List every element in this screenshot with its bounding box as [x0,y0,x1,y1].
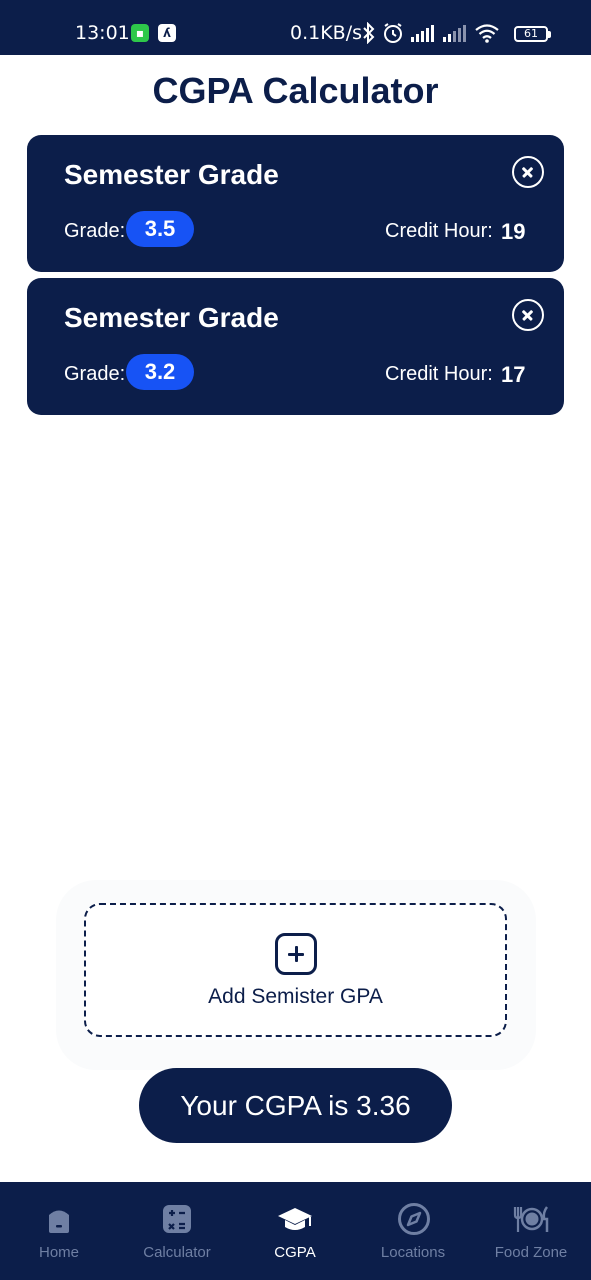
nav-item-food-zone[interactable]: Food Zone [472,1182,590,1280]
nav-label-food-zone: Food Zone [494,1244,568,1261]
signal-icon [411,25,434,42]
home-icon [49,1210,69,1233]
bottom-navigation: Home Calculator CGPA Locations Food Zone [0,1182,591,1280]
signal-icon-2 [443,25,466,42]
add-square-icon [275,933,317,975]
status-bar: 13:01 ▪ ʎ 0.1KB/s 61 [0,0,591,55]
calculator-icon [163,1205,191,1233]
nav-item-home[interactable]: Home [0,1182,118,1280]
add-semester-gpa-button[interactable]: Add Semister GPA [84,903,507,1037]
semester-card: Semester Grade Grade: 3.5 Credit Hour: 1… [27,135,564,272]
nav-item-calculator[interactable]: Calculator [118,1182,236,1280]
grade-label: Grade: [64,363,126,385]
cgpa-result-button[interactable]: Your CGPA is 3.36 [139,1068,452,1143]
grade-badge: 3.2 [126,354,194,390]
app-notification-icon: ▪ [131,24,149,42]
nav-label-cgpa: CGPA [274,1244,316,1261]
semester-card-title: Semester Grade [64,159,279,190]
nav-item-cgpa[interactable]: CGPA [236,1182,354,1280]
add-semester-gpa-label: Add Semister GPA [208,985,383,1008]
status-icons [362,20,500,46]
semester-card-title: Semester Grade [64,302,279,333]
bluetooth-icon [363,22,375,44]
credit-hour-value: 19 [501,219,526,244]
grade-label: Grade: [64,220,126,242]
wifi-icon [475,24,499,43]
remove-semester-button[interactable] [512,299,544,331]
nav-label-home: Home [38,1244,79,1261]
compass-icon [398,1203,430,1235]
nav-label-calculator: Calculator [143,1244,211,1261]
dining-icon [513,1206,549,1232]
network-speed: 0.1KB/s [290,22,363,44]
credit-hour-value: 17 [501,362,526,387]
grade-badge: 3.5 [126,211,194,247]
remove-semester-button[interactable] [512,156,544,188]
app-notification-icon-2: ʎ [158,24,176,42]
credit-hour-label: Credit Hour: [385,363,493,385]
page-title: CGPA Calculator [152,70,439,111]
status-time: 13:01 [75,22,130,44]
nav-label-locations: Locations [380,1244,446,1261]
credit-hour-label: Credit Hour: [385,220,493,242]
graduation-cap-icon [278,1208,312,1230]
alarm-icon [384,23,402,43]
battery-icon: 61 [514,26,551,42]
nav-item-locations[interactable]: Locations [354,1182,472,1280]
semester-card: Semester Grade Grade: 3.2 Credit Hour: 1… [27,278,564,415]
